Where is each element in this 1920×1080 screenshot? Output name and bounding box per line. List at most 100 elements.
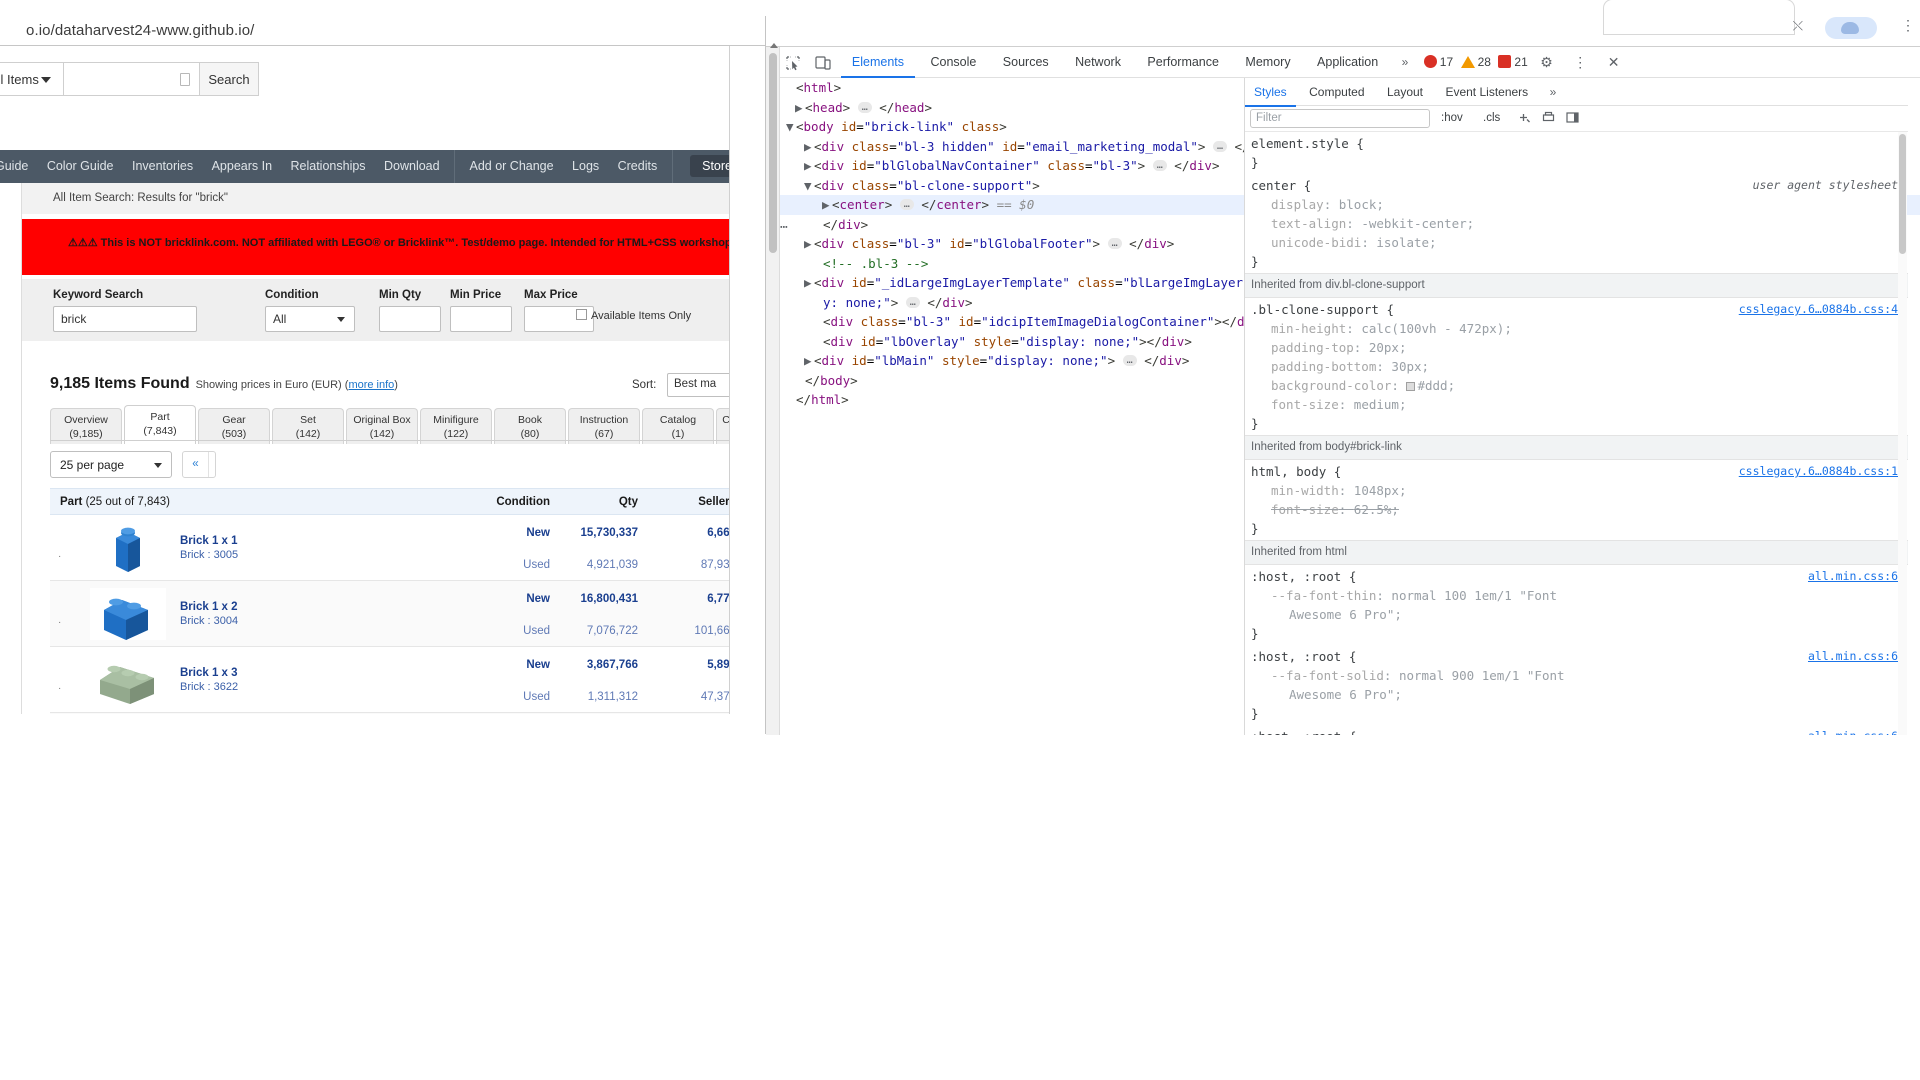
condition-select[interactable]: All (265, 306, 355, 332)
tab-gear[interactable]: Gear(503) (198, 408, 270, 444)
tab-overview[interactable]: Overview(9,185) (50, 408, 122, 444)
disclosure-triangle-icon[interactable]: ▼ (804, 176, 814, 196)
inspect-element-icon[interactable] (780, 47, 806, 78)
profile-avatar[interactable] (1825, 17, 1877, 39)
message-count-badge[interactable]: 21 (1498, 47, 1527, 78)
pagination-page-1[interactable]: 1 (183, 477, 209, 478)
style-declaration[interactable]: min-height: calc(100vh - 472px); (1251, 319, 1908, 338)
sort-select[interactable]: Best ma (667, 373, 730, 397)
style-rule[interactable]: csslegacy.6…0884b.css:1html, body {min-w… (1245, 460, 1908, 540)
style-rule[interactable]: element.style {} (1245, 132, 1908, 174)
disclosure-triangle-icon[interactable]: ▶ (822, 195, 832, 215)
style-declaration[interactable]: padding-top: 20px; (1251, 338, 1908, 357)
style-declaration[interactable]: text-align: -webkit-center; (1251, 214, 1908, 233)
tab-book[interactable]: Book(80) (494, 408, 566, 444)
tab-catalog[interactable]: Catalog(1) (642, 408, 714, 444)
min-qty-input[interactable] (379, 306, 441, 332)
table-row[interactable]: · Brick 1 x 3 Bric (50, 647, 730, 713)
nav-item-relationships[interactable]: Relationships (284, 150, 373, 183)
devtools-tab-network[interactable]: Network (1064, 47, 1132, 78)
styles-tab-computed[interactable]: Computed (1300, 79, 1373, 107)
new-style-rule-icon[interactable] (1517, 110, 1532, 129)
close-icon[interactable]: ✕ (1600, 47, 1628, 78)
dom-breadcrumb-ellipsis-icon[interactable]: ⋯ (780, 218, 788, 238)
min-price-input[interactable] (450, 306, 512, 332)
style-rule[interactable]: all.min.css:6:host, :root {--fa-font-thi… (1245, 565, 1908, 645)
table-row[interactable]: · Brick 1 x 1 Brick : 3005 (50, 515, 730, 581)
toggle-sidebar-icon[interactable] (1565, 110, 1580, 129)
devtools-tab-application[interactable]: Application (1306, 47, 1389, 78)
item-thumbnail[interactable] (90, 588, 166, 640)
styles-tab-event-listeners[interactable]: Event Listeners (1436, 79, 1537, 107)
nav-item-appears-in[interactable]: Appears In (205, 150, 279, 183)
devtools-tab-sources[interactable]: Sources (992, 47, 1060, 78)
devtools-tab-memory[interactable]: Memory (1234, 47, 1301, 78)
hov-toggle[interactable]: :hov (1441, 112, 1463, 124)
more-info-link[interactable]: more info (348, 379, 394, 391)
disclosure-triangle-icon[interactable]: ▶ (804, 273, 814, 293)
nav-item-stores[interactable]: Stores (690, 155, 730, 177)
style-declaration[interactable]: font-size: medium; (1251, 395, 1908, 414)
item-thumbnail[interactable] (90, 522, 166, 574)
category-select[interactable]: All Items (0, 62, 63, 96)
style-declaration[interactable]: background-color: #ddd; (1251, 376, 1908, 395)
style-declaration[interactable]: --fa-font-thin: normal 100 1em/1 "Font (1251, 586, 1908, 605)
devtools-more-tabs-icon[interactable]: » (1394, 47, 1417, 78)
available-items-only-checkbox[interactable]: Available Items Only (576, 306, 691, 324)
disclosure-triangle-icon[interactable]: ▶ (804, 137, 814, 157)
style-declaration[interactable]: --fa-font-solid: normal 900 1em/1 "Font (1251, 666, 1908, 685)
nav-item-guide[interactable]: Guide (0, 150, 35, 183)
style-rule[interactable]: user agent stylesheetcenter {display: bl… (1245, 174, 1908, 273)
styles-rules-list[interactable]: element.style {}user agent stylesheetcen… (1245, 132, 1908, 735)
table-row[interactable]: · Brick 1 x 4 (50, 713, 730, 714)
item-name[interactable]: Brick 1 x 2 (180, 601, 238, 613)
style-declaration[interactable]: Awesome 6 Pro"; (1251, 685, 1908, 704)
tab-original-box[interactable]: Original Box(142) (346, 408, 418, 444)
style-declaration[interactable]: unicode-bidi: isolate; (1251, 233, 1908, 252)
nav-item-download[interactable]: Download (377, 150, 447, 183)
resize-handle-icon[interactable]: ⤬ (1793, 19, 1803, 34)
styles-scrollbar[interactable] (1898, 132, 1907, 735)
style-declaration[interactable]: Awesome 6 Pro"; (1251, 605, 1908, 624)
cls-toggle[interactable]: .cls (1483, 112, 1500, 124)
tab-part[interactable]: Part(7,843) (124, 405, 196, 444)
print-media-icon[interactable] (1541, 110, 1556, 129)
style-declaration[interactable]: padding-bottom: 30px; (1251, 357, 1908, 376)
stylesheet-link[interactable]: csslegacy.6…0884b.css:4 (1739, 300, 1908, 319)
warning-count-badge[interactable]: 28 (1461, 47, 1491, 78)
color-swatch[interactable] (1406, 382, 1415, 391)
item-name[interactable]: Brick 1 x 1 (180, 535, 238, 547)
browser-tab[interactable] (1604, 0, 1794, 34)
nav-item-credits[interactable]: Credits (611, 150, 665, 183)
style-rule-selector[interactable]: all.min.css:6:host, :root { (1251, 727, 1908, 735)
disclosure-triangle-icon[interactable]: ▶ (804, 156, 814, 176)
tab-set[interactable]: Set(142) (272, 408, 344, 444)
style-declaration[interactable]: min-width: 1048px; (1251, 481, 1908, 500)
per-page-select[interactable]: 25 per page (50, 451, 172, 478)
style-rule-selector[interactable]: all.min.css:6:host, :root { (1251, 647, 1908, 666)
nav-item-inventories[interactable]: Inventories (125, 150, 200, 183)
styles-tab-layout[interactable]: Layout (1378, 79, 1432, 107)
site-search-input[interactable] (63, 62, 200, 96)
style-declaration[interactable]: display: block; (1251, 195, 1908, 214)
style-rule[interactable]: all.min.css:6:host, :root {--fa-font-sol… (1245, 645, 1908, 725)
scroll-up-icon[interactable] (770, 43, 778, 48)
styles-tab-styles[interactable]: Styles (1245, 79, 1296, 107)
gear-icon[interactable]: ⚙ (1532, 47, 1561, 78)
style-rule-selector[interactable]: element.style { (1251, 134, 1908, 153)
tab-instruction[interactable]: Instruction(67) (568, 408, 640, 444)
style-rule-selector[interactable]: user agent stylesheetcenter { (1251, 176, 1908, 195)
item-thumbnail[interactable] (90, 654, 166, 706)
style-rule[interactable]: all.min.css:6:host, :root {--fa-font-reg… (1245, 725, 1908, 735)
page-scrollbar[interactable] (766, 47, 780, 735)
disclosure-triangle-icon[interactable]: ▶ (795, 98, 805, 118)
devtools-tab-elements[interactable]: Elements (841, 47, 915, 78)
disclosure-triangle-icon[interactable]: ▼ (786, 117, 796, 137)
nav-item-logs[interactable]: Logs (565, 150, 606, 183)
keyword-search-input[interactable]: brick (53, 306, 197, 332)
pagination-prev[interactable]: « (183, 452, 209, 477)
nav-item-color-guide[interactable]: Color Guide (40, 150, 121, 183)
stylesheet-link[interactable]: all.min.css:6 (1808, 567, 1908, 586)
browser-menu-icon[interactable]: ⋮ (1901, 18, 1915, 34)
style-declaration[interactable]: font-size: 62.5%; (1251, 500, 1908, 519)
